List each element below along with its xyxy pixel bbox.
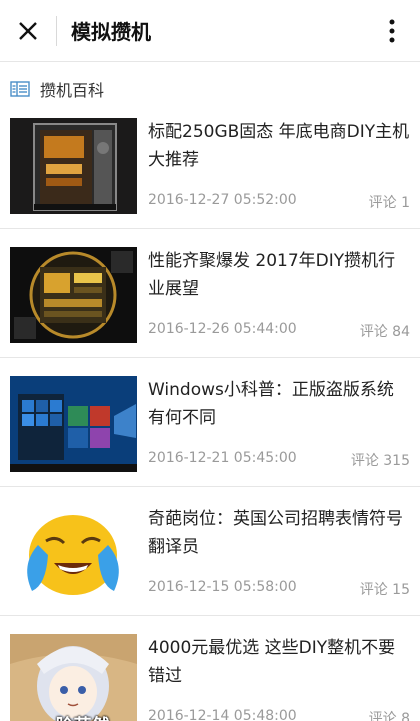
pc-build-thumbnail — [10, 247, 137, 343]
list-item[interactable]: 标配250GB固态 年底电商DIY主机大推荐 2016-12-27 05:52:… — [0, 100, 420, 229]
list-item[interactable]: Windows小科普：正版盗版系统有何不同 2016-12-21 05:45:0… — [0, 358, 420, 487]
comment-count: 评论 8 — [368, 711, 410, 721]
comment-count: 评论 1 — [368, 195, 410, 211]
article-title[interactable]: 奇葩岗位：英国公司招聘表情符号翻译员 — [148, 505, 410, 561]
article-title[interactable]: 标配250GB固态 年底电商DIY主机大推荐 — [148, 118, 410, 174]
thumb-caption: 一脸茫然 — [10, 712, 137, 721]
close-icon — [19, 21, 37, 40]
list-item[interactable]: 一脸茫然 4000元最优选 这些DIY整机不要错过 2016-12-14 05:… — [0, 616, 420, 721]
article-date: 2016-12-15 05:58:00 — [148, 579, 297, 595]
list-icon — [10, 81, 30, 97]
more-options-button[interactable] — [364, 0, 420, 62]
app-header: 模拟攒机 — [0, 0, 420, 62]
list-item[interactable]: 性能齐聚爆发 2017年DIY攒机行业展望 2016-12-26 05:44:0… — [0, 229, 420, 358]
header-divider — [56, 15, 57, 46]
article-date: 2016-12-14 05:48:00 — [148, 708, 297, 721]
comment-count: 评论 315 — [350, 453, 410, 469]
article-title[interactable]: Windows小科普：正版盗版系统有何不同 — [148, 376, 410, 432]
article-title[interactable]: 性能齐聚爆发 2017年DIY攒机行业展望 — [148, 247, 410, 303]
article-list: 标配250GB固态 年底电商DIY主机大推荐 2016-12-27 05:52:… — [0, 100, 420, 721]
comment-count: 评论 84 — [359, 324, 410, 340]
article-date: 2016-12-27 05:52:00 — [148, 192, 297, 208]
comment-count: 评论 15 — [359, 582, 410, 598]
article-date: 2016-12-21 05:45:00 — [148, 450, 297, 466]
article-date: 2016-12-26 05:44:00 — [148, 321, 297, 337]
anime-girl-thumbnail: 一脸茫然 — [10, 634, 137, 721]
section-title: 攒机百科 — [40, 81, 105, 100]
more-vertical-icon — [389, 19, 395, 42]
windows-desktop-thumbnail — [10, 376, 137, 472]
pc-case-thumbnail — [10, 118, 137, 214]
page-title: 模拟攒机 — [71, 20, 151, 44]
crying-emoji-thumbnail — [10, 505, 137, 601]
list-item[interactable]: 奇葩岗位：英国公司招聘表情符号翻译员 2016-12-15 05:58:00 评… — [0, 487, 420, 616]
article-title[interactable]: 4000元最优选 这些DIY整机不要错过 — [148, 634, 410, 690]
close-button[interactable] — [0, 0, 56, 62]
